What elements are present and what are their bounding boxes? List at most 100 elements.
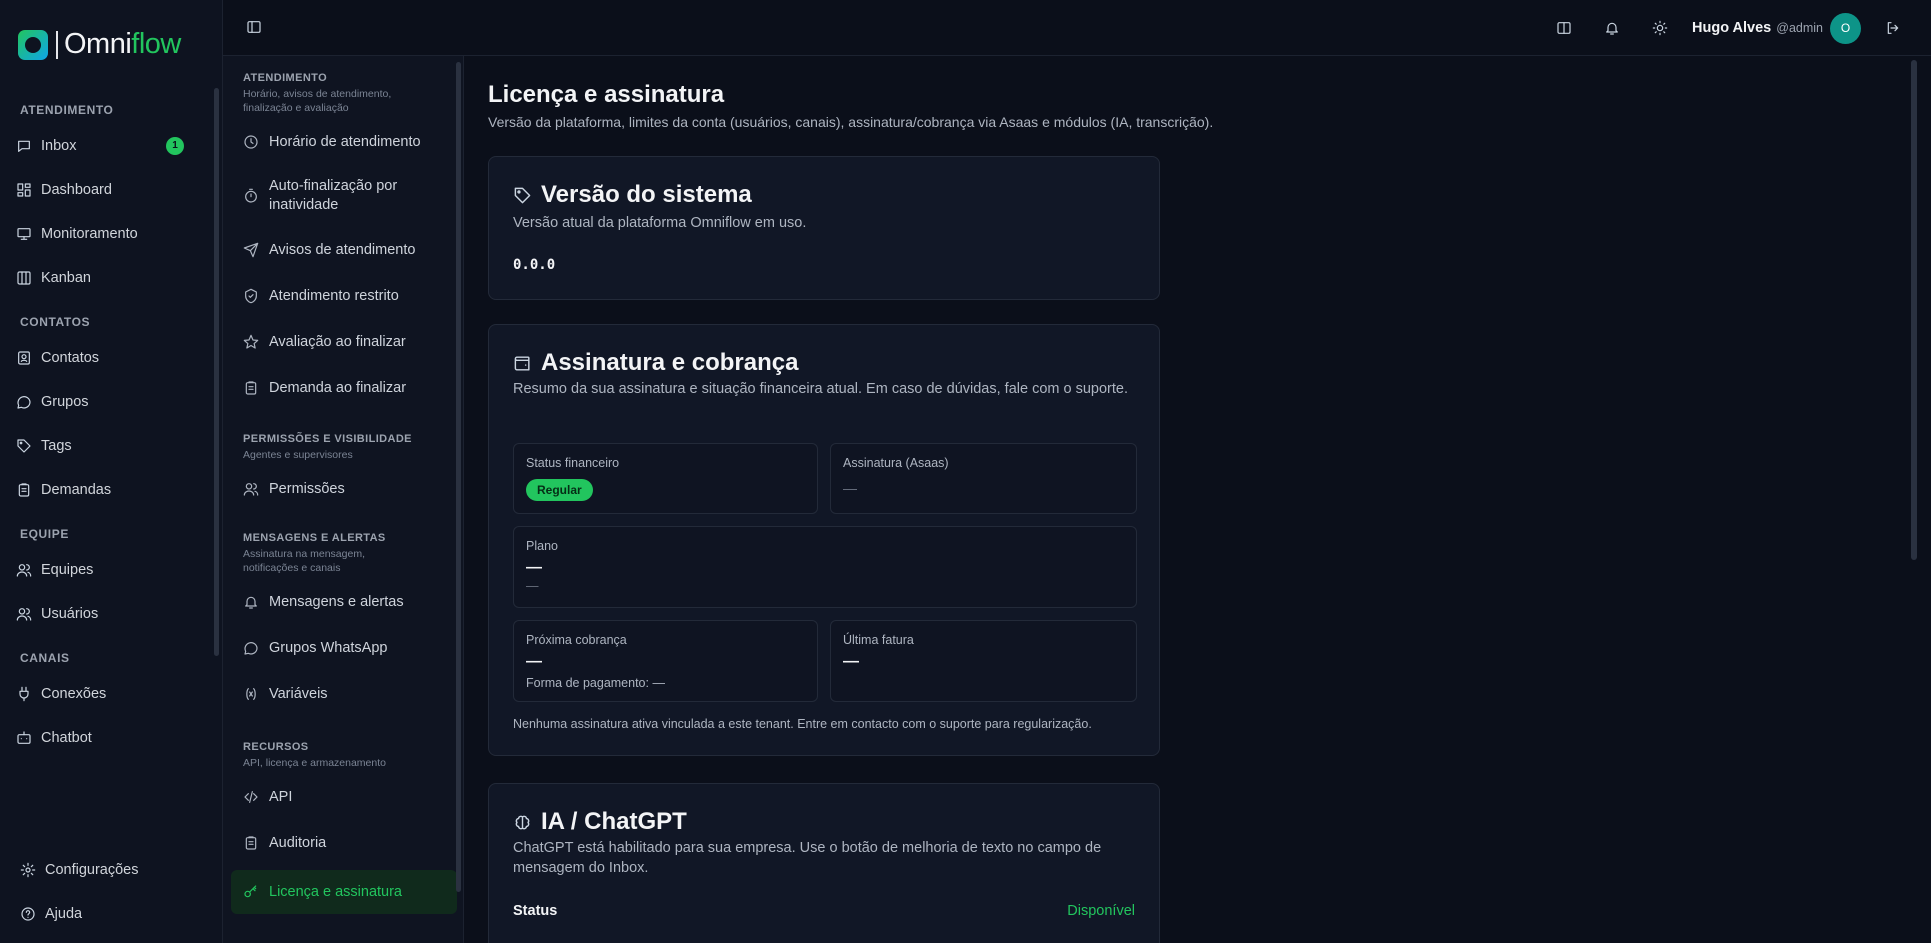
primary-sidebar: Omniflow ATENDIMENTO Inbox 1 Dashboard M… (0, 0, 223, 943)
settings-section-desc: Agentes e supervisores (243, 449, 353, 461)
sidebar-item-label: Kanban (41, 270, 91, 286)
settings-item-licenca[interactable]: Licença e assinatura (231, 870, 457, 914)
sidebar-item-configuracoes[interactable]: Configurações (0, 848, 223, 892)
settings-item-permissoes[interactable]: Permissões (223, 466, 463, 512)
settings-item-mensagens[interactable]: Mensagens e alertas (223, 579, 463, 625)
main-content: Licença e assinatura Versão da plataform… (465, 56, 1915, 943)
main-scrollbar[interactable] (1911, 60, 1917, 560)
monitor-icon (17, 228, 31, 240)
sidebar-item-label: Chatbot (41, 730, 92, 746)
sidebar-item-dashboard[interactable]: Dashboard (0, 168, 212, 212)
ai-status-row: Status Disponível (513, 903, 1135, 919)
user-handle: @admin (1776, 21, 1823, 35)
sidebar-item-label: Inbox (41, 138, 77, 154)
settings-item-horario[interactable]: Horário de atendimento (223, 119, 463, 165)
sidebar-item-label: Contatos (41, 350, 100, 366)
inbox-icon (18, 140, 30, 152)
sidebar-item-label: Conexões (41, 686, 107, 702)
sidebar-item-ajuda[interactable]: Ajuda (0, 892, 223, 936)
sidebar-item-tags[interactable]: Tags (0, 424, 212, 468)
brand-logo[interactable]: Omniflow (18, 28, 181, 61)
settings-item-label: Demanda ao finalizar (269, 380, 407, 396)
settings-item-label: Variáveis (269, 686, 328, 702)
clipboard-icon (245, 836, 257, 850)
settings-section-title: PERMISSÕES E VISIBILIDADE (243, 433, 412, 445)
status-badge: Regular (526, 479, 593, 501)
settings-item-auto-finalizacao[interactable]: Auto-finalização por inatividade (223, 165, 463, 227)
top-bar: Hugo Alves @admin O (223, 0, 1931, 56)
brand-name-part2: flow (131, 28, 181, 60)
billing-card: Assinatura e cobrança Resumo da sua assi… (488, 324, 1160, 756)
sidebar-item-equipes[interactable]: Equipes (0, 548, 212, 592)
settings-item-label: Grupos WhatsApp (269, 640, 388, 656)
field-value: — (526, 653, 542, 670)
sidebar-item-chatbot[interactable]: Chatbot (0, 716, 212, 760)
sidebar-item-label: Equipes (41, 562, 94, 578)
timer-icon (245, 188, 257, 203)
settings-item-demanda[interactable]: Demanda ao finalizar (223, 365, 463, 411)
settings-item-label: Auditoria (269, 835, 327, 851)
columns-icon (1557, 22, 1571, 34)
sidebar-item-monitoramento[interactable]: Monitoramento (0, 212, 212, 256)
settings-item-avaliacao[interactable]: Avaliação ao finalizar (223, 319, 463, 365)
avatar[interactable]: O (1830, 12, 1861, 44)
sidebar-item-label: Ajuda (45, 906, 83, 922)
send-icon (243, 242, 259, 258)
settings-item-restrito[interactable]: Atendimento restrito (223, 273, 463, 319)
settings-item-grupos-whatsapp[interactable]: Grupos WhatsApp (223, 625, 463, 671)
settings-section-desc: Assinatura na mensagem, notificações e c… (243, 548, 365, 574)
settings-section-desc: Horário, avisos de atendimento, finaliza… (243, 88, 392, 114)
card-title: Versão do sistema (513, 181, 752, 209)
logout-icon (1887, 22, 1899, 34)
field-value: — (843, 653, 859, 670)
contacts-icon (18, 351, 30, 365)
settings-item-auditoria[interactable]: Auditoria (223, 820, 463, 866)
brand-name: Omniflow (64, 28, 181, 61)
sidebar-scrollbar[interactable] (214, 88, 219, 656)
notifications-button[interactable] (1594, 12, 1630, 44)
sidebar-item-usuarios[interactable]: Usuários (0, 592, 212, 636)
sidebar-item-conexoes[interactable]: Conexões (0, 672, 212, 716)
help-icon (21, 907, 35, 921)
sidebar-item-inbox[interactable]: Inbox 1 (0, 124, 212, 168)
shield-icon (245, 288, 257, 304)
code-icon (244, 791, 258, 803)
layout-toggle-button[interactable] (1546, 12, 1582, 44)
brain-icon (515, 815, 530, 829)
settings-item-label: Permissões (269, 481, 345, 497)
card-description: ChatGPT está habilitado para sua empresa… (513, 840, 1102, 876)
sidebar-item-grupos[interactable]: Grupos (0, 380, 212, 424)
settings-section-title: RECURSOS (243, 741, 309, 753)
sidebar-item-kanban[interactable]: Kanban (0, 256, 212, 300)
brand-name-part1: Omni (64, 28, 132, 60)
settings-item-api[interactable]: API (223, 774, 463, 820)
settings-item-variaveis[interactable]: Variáveis (223, 671, 463, 717)
settings-item-label: Mensagens e alertas (269, 594, 404, 610)
theme-toggle-button[interactable] (1642, 12, 1678, 44)
settings-item-label: Avisos de atendimento (269, 242, 416, 258)
plug-icon (19, 686, 29, 702)
tag-icon (514, 187, 531, 203)
settings-scrollbar[interactable] (456, 62, 461, 892)
logout-button[interactable] (1875, 12, 1911, 44)
settings-section-desc: API, licença e armazenamento (243, 757, 386, 769)
field-value: — (526, 559, 542, 576)
sidebar-item-contatos[interactable]: Contatos (0, 336, 212, 380)
plan-panel: Plano — — (513, 526, 1137, 608)
clock-icon (244, 135, 258, 149)
sidebar-item-demandas[interactable]: Demandas (0, 468, 212, 512)
clipboard-icon (245, 381, 257, 395)
unread-badge: 1 (166, 137, 184, 155)
sidebar-toggle-button[interactable] (246, 19, 262, 35)
sidebar-item-label: Usuários (41, 606, 99, 622)
settings-item-avisos[interactable]: Avisos de atendimento (223, 227, 463, 273)
variable-icon (246, 688, 256, 700)
page-subtitle: Versão da plataforma, limites da conta (… (488, 114, 1214, 130)
users-icon (16, 564, 32, 577)
card-description: Versão atual da plataforma Omniflow em u… (513, 215, 807, 231)
sidebar-item-label: Grupos (41, 394, 89, 410)
star-icon (243, 334, 259, 349)
sun-icon (1652, 20, 1668, 36)
bell-icon (1606, 22, 1618, 35)
sidebar-item-label: Monitoramento (41, 226, 138, 242)
